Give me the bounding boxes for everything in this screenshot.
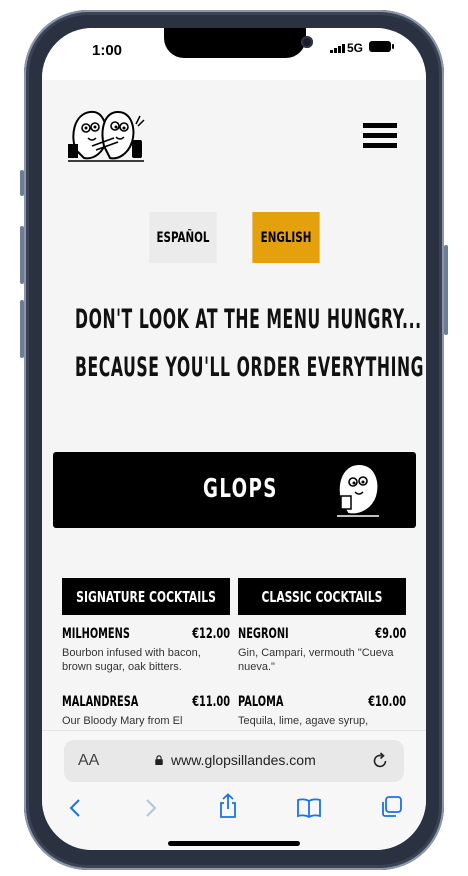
reload-icon[interactable] — [370, 751, 390, 771]
menu-item: MILHOMENS €12.00 Bourbon infused with bac… — [62, 626, 230, 673]
volume-up-button — [20, 226, 24, 284]
menu-item: MALANDRESA €11.00 Our Bloody Mary from El — [62, 694, 230, 727]
camera-icon — [301, 36, 313, 48]
network-label: 5G — [347, 41, 364, 55]
status-bar: 1:00 5G — [42, 28, 426, 80]
headline-line-1: DON'T LOOK AT THE MENU HUNGRY... — [75, 304, 422, 335]
site-logo[interactable] — [66, 106, 146, 168]
hamburger-menu-icon[interactable] — [363, 123, 397, 149]
url-text: www.glopsillandes.com — [171, 752, 316, 768]
forward-icon[interactable] — [140, 797, 160, 819]
signal-icon — [330, 44, 345, 53]
volume-down-button — [20, 300, 24, 358]
brand-banner: GLOPS — [53, 452, 416, 528]
menu-item: PALOMA €10.00 Tequila, lime, agave syrup, — [238, 694, 406, 727]
page-content: ESPAÑOL ENGLISH DON'T LOOK AT THE MENU H… — [42, 80, 426, 730]
reader-settings-button[interactable]: AA — [78, 752, 99, 770]
character-logo-icon — [337, 464, 379, 517]
headline-line-2: BECAUSE YOU'LL ORDER EVERYTHING — [75, 352, 425, 383]
language-english-button[interactable]: ENGLISH — [252, 212, 320, 263]
home-indicator — [168, 841, 300, 846]
browser-toolbar: AA www.glopsillandes.com — [42, 730, 426, 850]
lock-icon — [155, 755, 163, 765]
tabs-icon[interactable] — [379, 795, 403, 819]
screen: 1:00 5G ESPAÑOL ENGLISH DON'T LOOK AT TH… — [42, 28, 426, 850]
power-button — [444, 245, 448, 335]
status-time: 1:00 — [92, 42, 123, 59]
brand-name: GLOPS — [203, 474, 278, 504]
address-bar[interactable]: AA www.glopsillandes.com — [64, 740, 404, 782]
battery-icon — [369, 41, 394, 52]
back-icon[interactable] — [66, 797, 86, 819]
bookmarks-icon[interactable] — [296, 797, 322, 819]
action-button — [20, 170, 24, 196]
dynamic-island — [164, 28, 313, 58]
share-icon[interactable] — [217, 793, 239, 819]
tab-signature-cocktails[interactable]: SIGNATURE COCKTAILS — [62, 578, 230, 615]
tab-classic-cocktails[interactable]: CLASSIC COCKTAILS — [238, 578, 406, 615]
language-spanish-button[interactable]: ESPAÑOL — [149, 212, 217, 263]
characters-logo-icon — [68, 110, 145, 162]
menu-item: NEGRONI €9.00 Gin, Campari, vermouth "Cue… — [238, 626, 406, 673]
